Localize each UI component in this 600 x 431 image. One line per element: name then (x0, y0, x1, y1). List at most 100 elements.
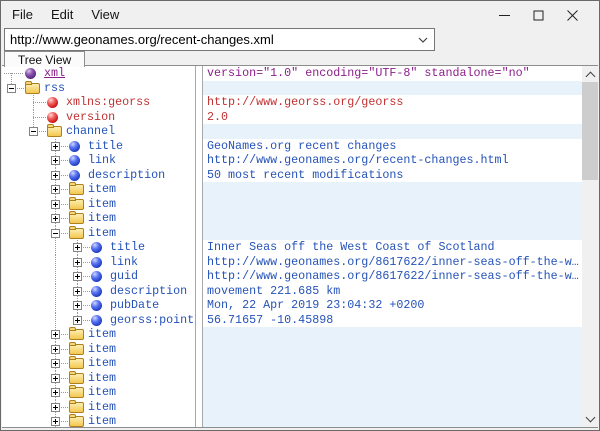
tab-tree-view[interactable]: Tree View (4, 51, 85, 67)
expand-icon[interactable] (73, 287, 82, 296)
value-row[interactable]: http://www.georss.org/georss (203, 95, 582, 110)
tree-node-channel[interactable]: channel (2, 124, 195, 139)
value-row[interactable]: 56.71657 -10.45898 (203, 313, 582, 328)
app-window: FileEditView Tree View xmlrssxmlns:geors… (0, 0, 600, 431)
value-row[interactable]: 50 most recent modifications (203, 168, 582, 183)
tree-node-label: item (88, 211, 116, 226)
folder-icon (69, 358, 84, 369)
collapse-icon[interactable] (29, 127, 38, 136)
scroll-down-arrow-icon[interactable] (582, 411, 598, 427)
value-row-empty[interactable] (203, 414, 582, 427)
window-controls (487, 6, 589, 24)
value-row-empty[interactable] (203, 342, 582, 357)
collapse-icon[interactable] (51, 229, 60, 238)
expand-icon[interactable] (73, 258, 82, 267)
maximize-button[interactable] (521, 6, 555, 24)
tree-node-item[interactable]: item (2, 182, 195, 197)
collapse-icon[interactable] (7, 84, 16, 93)
tree-node-label: rss (44, 81, 65, 96)
expand-icon[interactable] (51, 185, 60, 194)
expand-icon[interactable] (51, 417, 60, 426)
expand-icon[interactable] (51, 214, 60, 223)
value-row[interactable]: movement 221.685 km (203, 284, 582, 299)
value-row-empty[interactable] (203, 197, 582, 212)
expand-icon[interactable] (73, 272, 82, 281)
expand-icon[interactable] (51, 200, 60, 209)
tree-node-xmlns:georss[interactable]: xmlns:georss (2, 95, 195, 110)
tree-node-georss:point[interactable]: georss:point (2, 313, 195, 328)
value-row-empty[interactable] (203, 385, 582, 400)
folder-icon (25, 83, 40, 94)
expand-icon[interactable] (51, 359, 60, 368)
tree-node-rss[interactable]: rss (2, 81, 195, 96)
tree-node-item[interactable]: item (2, 371, 195, 386)
value-row-empty[interactable] (203, 327, 582, 342)
element-icon (69, 141, 80, 152)
tree-node-title[interactable]: title (2, 240, 195, 255)
url-input[interactable] (5, 29, 412, 50)
tree-node-link[interactable]: link (2, 153, 195, 168)
minimize-button[interactable] (487, 6, 521, 24)
tree-node-item[interactable]: item (2, 226, 195, 241)
tree-node-item[interactable]: item (2, 327, 195, 342)
value-row-empty[interactable] (203, 400, 582, 415)
tree-node-version[interactable]: version (2, 110, 195, 125)
tree-node-link[interactable]: link (2, 255, 195, 270)
value-row[interactable]: http://www.geonames.org/recent-changes.h… (203, 153, 582, 168)
value-row[interactable]: Mon, 22 Apr 2019 23:04:32 +0200 (203, 298, 582, 313)
tree-node-label: item (88, 182, 116, 197)
tree-node-xml[interactable]: xml (2, 66, 195, 81)
value-row-empty[interactable] (203, 371, 582, 386)
tree-guide-line (55, 313, 56, 328)
menu-edit[interactable]: Edit (42, 3, 82, 26)
tree-node-description[interactable]: description (2, 168, 195, 183)
tree-node-item[interactable]: item (2, 385, 195, 400)
scroll-up-arrow-icon[interactable] (582, 66, 598, 82)
value-row[interactable]: Inner Seas off the West Coast of Scotlan… (203, 240, 582, 255)
value-row[interactable]: 2.0 (203, 110, 582, 125)
value-row[interactable]: http://www.geonames.org/8617622/inner-se… (203, 255, 582, 270)
tree-node-pubDate[interactable]: pubDate (2, 298, 195, 313)
tree-node-item[interactable]: item (2, 400, 195, 415)
combobox-dropdown-button[interactable] (412, 29, 434, 50)
tree-node-title[interactable]: title (2, 139, 195, 154)
value-row-empty[interactable] (203, 81, 582, 96)
value-row-empty[interactable] (203, 226, 582, 241)
expand-icon[interactable] (51, 171, 60, 180)
value-row[interactable]: GeoNames.org recent changes (203, 139, 582, 154)
value-row-empty[interactable] (203, 124, 582, 139)
folder-icon (69, 199, 84, 210)
value-row[interactable]: http://www.geonames.org/8617622/inner-se… (203, 269, 582, 284)
tree-node-label: item (88, 371, 116, 386)
tree-node-item[interactable]: item (2, 356, 195, 371)
expand-icon[interactable] (51, 403, 60, 412)
expand-icon[interactable] (51, 345, 60, 354)
scrollbar-thumb[interactable] (582, 82, 598, 180)
tree-node-item[interactable]: item (2, 342, 195, 357)
tree-node-guid[interactable]: guid (2, 269, 195, 284)
expand-icon[interactable] (73, 301, 82, 310)
menu-file[interactable]: File (3, 3, 42, 26)
tree-node-description[interactable]: description (2, 284, 195, 299)
expand-icon[interactable] (51, 388, 60, 397)
element-icon (91, 315, 102, 326)
expand-icon[interactable] (73, 243, 82, 252)
value-row[interactable]: version="1.0" encoding="UTF-8" standalon… (203, 66, 582, 81)
content-area: xmlrssxmlns:georssversionchanneltitlelin… (2, 65, 598, 428)
tree-node-item[interactable]: item (2, 211, 195, 226)
value-row-empty[interactable] (203, 356, 582, 371)
expand-icon[interactable] (73, 316, 82, 325)
value-row-empty[interactable] (203, 211, 582, 226)
tree-node-label: title (110, 240, 145, 255)
element-icon (91, 286, 102, 297)
expand-icon[interactable] (51, 330, 60, 339)
expand-icon[interactable] (51, 374, 60, 383)
vertical-scrollbar[interactable] (582, 66, 598, 427)
tree-node-item[interactable]: item (2, 414, 195, 427)
tree-node-item[interactable]: item (2, 197, 195, 212)
value-row-empty[interactable] (203, 182, 582, 197)
menu-view[interactable]: View (82, 3, 128, 26)
expand-icon[interactable] (51, 142, 60, 151)
expand-icon[interactable] (51, 156, 60, 165)
close-button[interactable] (555, 6, 589, 24)
